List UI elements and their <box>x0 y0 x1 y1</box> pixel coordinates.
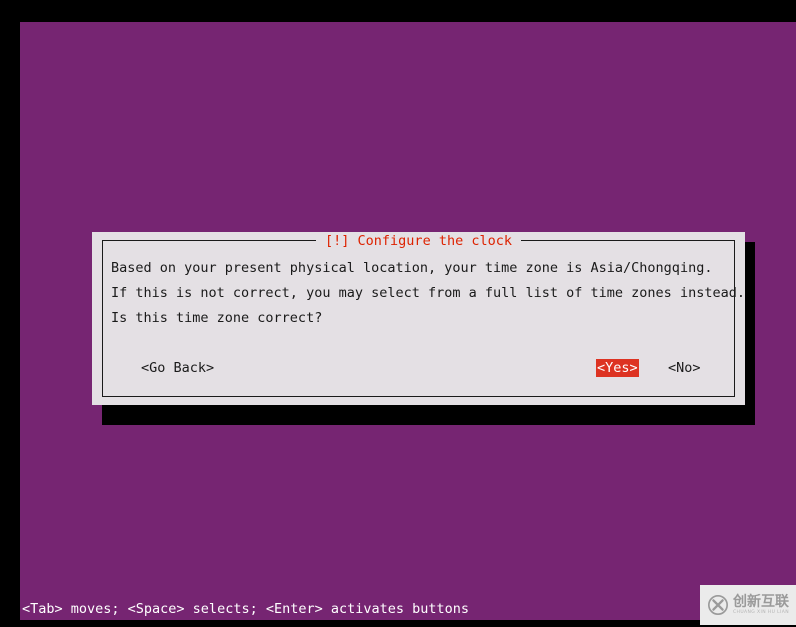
watermark-text-block: 创新互联 CHUANG XIN HU LIAN <box>733 595 789 616</box>
body-line-location: Based on your present physical location,… <box>111 260 713 276</box>
terminal-screen: [!] Configure the clock Based on your pr… <box>0 0 796 627</box>
body-line-instructions: If this is not correct, you may select f… <box>111 285 745 301</box>
no-button[interactable]: <No> <box>667 359 702 377</box>
configure-clock-dialog: [!] Configure the clock Based on your pr… <box>92 232 745 405</box>
body-line-question: Is this time zone correct? <box>111 310 323 326</box>
keyboard-help-statusbar: <Tab> moves; <Space> selects; <Enter> ac… <box>22 601 470 617</box>
watermark-pinyin: CHUANG XIN HU LIAN <box>733 609 789 615</box>
dialog-body-text: Based on your present physical location,… <box>111 260 745 335</box>
watermark-logo-icon <box>708 595 728 615</box>
watermark-overlay: 创新互联 CHUANG XIN HU LIAN <box>700 585 796 625</box>
dialog-button-row: <Go Back> <Yes> <No> <box>111 359 726 377</box>
go-back-button[interactable]: <Go Back> <box>140 359 215 377</box>
yes-button[interactable]: <Yes> <box>596 359 639 377</box>
watermark-chinese-name: 创新互联 <box>733 593 789 610</box>
